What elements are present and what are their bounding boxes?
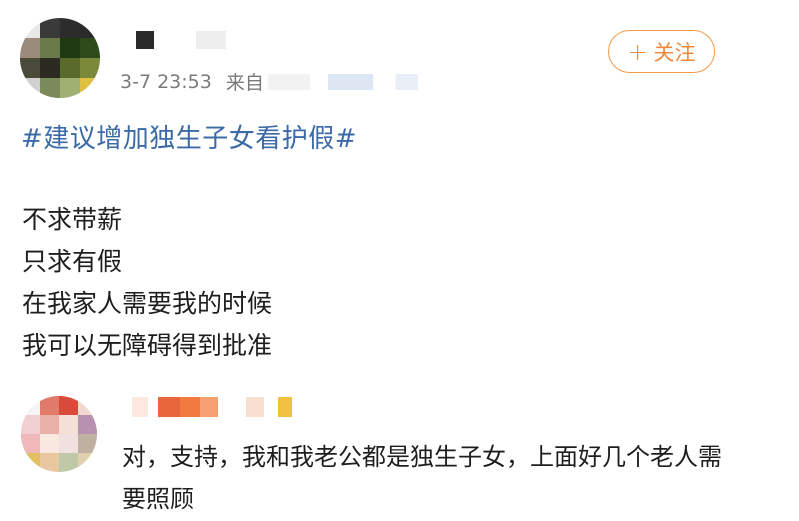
follow-button[interactable]: + 关注 [608, 30, 715, 73]
post-source-prefix: 来自 [225, 72, 264, 94]
author-avatar[interactable] [20, 18, 100, 98]
post-text-line: 不求带薪 [22, 205, 123, 234]
follow-label: 关注 [653, 40, 696, 65]
comment-text: 对，支持，我和我老公都是独生子女，上面好几个老人需要照顾 [122, 443, 722, 513]
post-text-line: 在我家人需要我的时候 [22, 289, 273, 318]
post-text-line: 我可以无障碍得到批准 [22, 331, 273, 360]
topic-hashtag-link[interactable]: #建议增加独生子女看护假# [21, 118, 357, 155]
commenter-avatar[interactable] [21, 396, 97, 472]
commenter-name-redacted[interactable] [132, 396, 297, 418]
post-text-line: 只求有假 [22, 247, 123, 276]
author-name-redacted[interactable] [136, 30, 246, 50]
post-source-redacted [267, 73, 418, 90]
post-meta: 3-7 23:53 来自 [120, 68, 418, 95]
plus-icon: + [627, 37, 648, 66]
post-timestamp: 3-7 23:53 [120, 70, 212, 93]
